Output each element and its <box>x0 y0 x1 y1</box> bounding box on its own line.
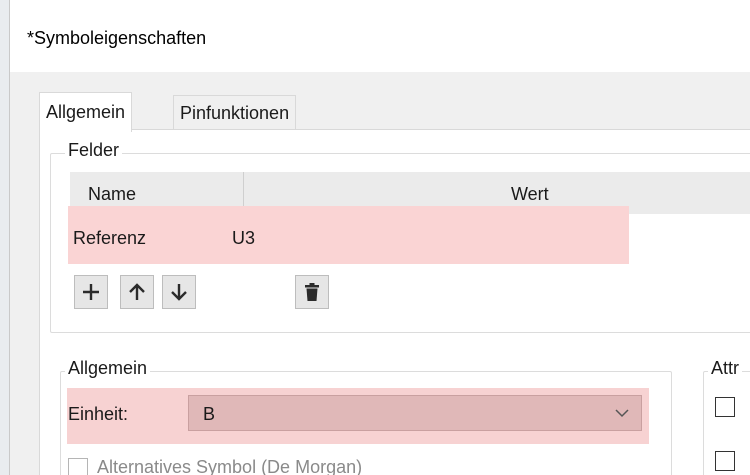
attribute-checkbox-2[interactable] <box>715 451 735 471</box>
unit-dropdown-value: B <box>203 404 216 424</box>
background-window-edge <box>0 0 10 475</box>
unit-dropdown[interactable]: B <box>188 395 642 431</box>
cell-name[interactable]: Referenz <box>73 228 146 249</box>
tab-pinfunktionen-label: Pinfunktionen <box>180 103 290 123</box>
unit-label: Einheit: <box>68 404 129 424</box>
trash-icon <box>305 283 319 301</box>
cell-value[interactable]: U3 <box>232 228 255 249</box>
column-header-name[interactable]: Name <box>88 184 136 205</box>
attributes-group-label: Attr <box>708 358 743 379</box>
delete-field-button[interactable] <box>295 275 329 309</box>
chevron-down-icon <box>615 409 629 418</box>
table-row[interactable]: Referenz U3 <box>68 206 629 264</box>
arrow-up-icon <box>129 283 145 300</box>
dialog-titlebar: *Symboleigenschaften <box>10 0 750 72</box>
attribute-checkbox-1[interactable] <box>715 397 735 417</box>
tab-pinfunktionen[interactable]: Pinfunktionen <box>173 95 297 130</box>
fields-group-label: Felder <box>65 140 123 161</box>
general-group-label: Allgemein <box>65 358 151 379</box>
symbol-properties-dialog: *Symboleigenschaften Allgemein Pinfunkti… <box>10 0 750 475</box>
tab-allgemein[interactable]: Allgemein <box>39 92 133 132</box>
move-down-button[interactable] <box>162 275 196 309</box>
arrow-down-icon <box>171 284 187 301</box>
move-up-button[interactable] <box>120 275 154 309</box>
alt-symbol-label: Alternatives Symbol (De Morgan) <box>97 457 363 475</box>
plus-icon <box>83 284 99 300</box>
alt-symbol-checkbox[interactable] <box>68 458 88 475</box>
tab-allgemein-label: Allgemein <box>46 102 126 122</box>
add-field-button[interactable] <box>74 275 108 309</box>
dialog-title: *Symboleigenschaften <box>27 28 207 48</box>
column-header-value[interactable]: Wert <box>511 184 549 205</box>
